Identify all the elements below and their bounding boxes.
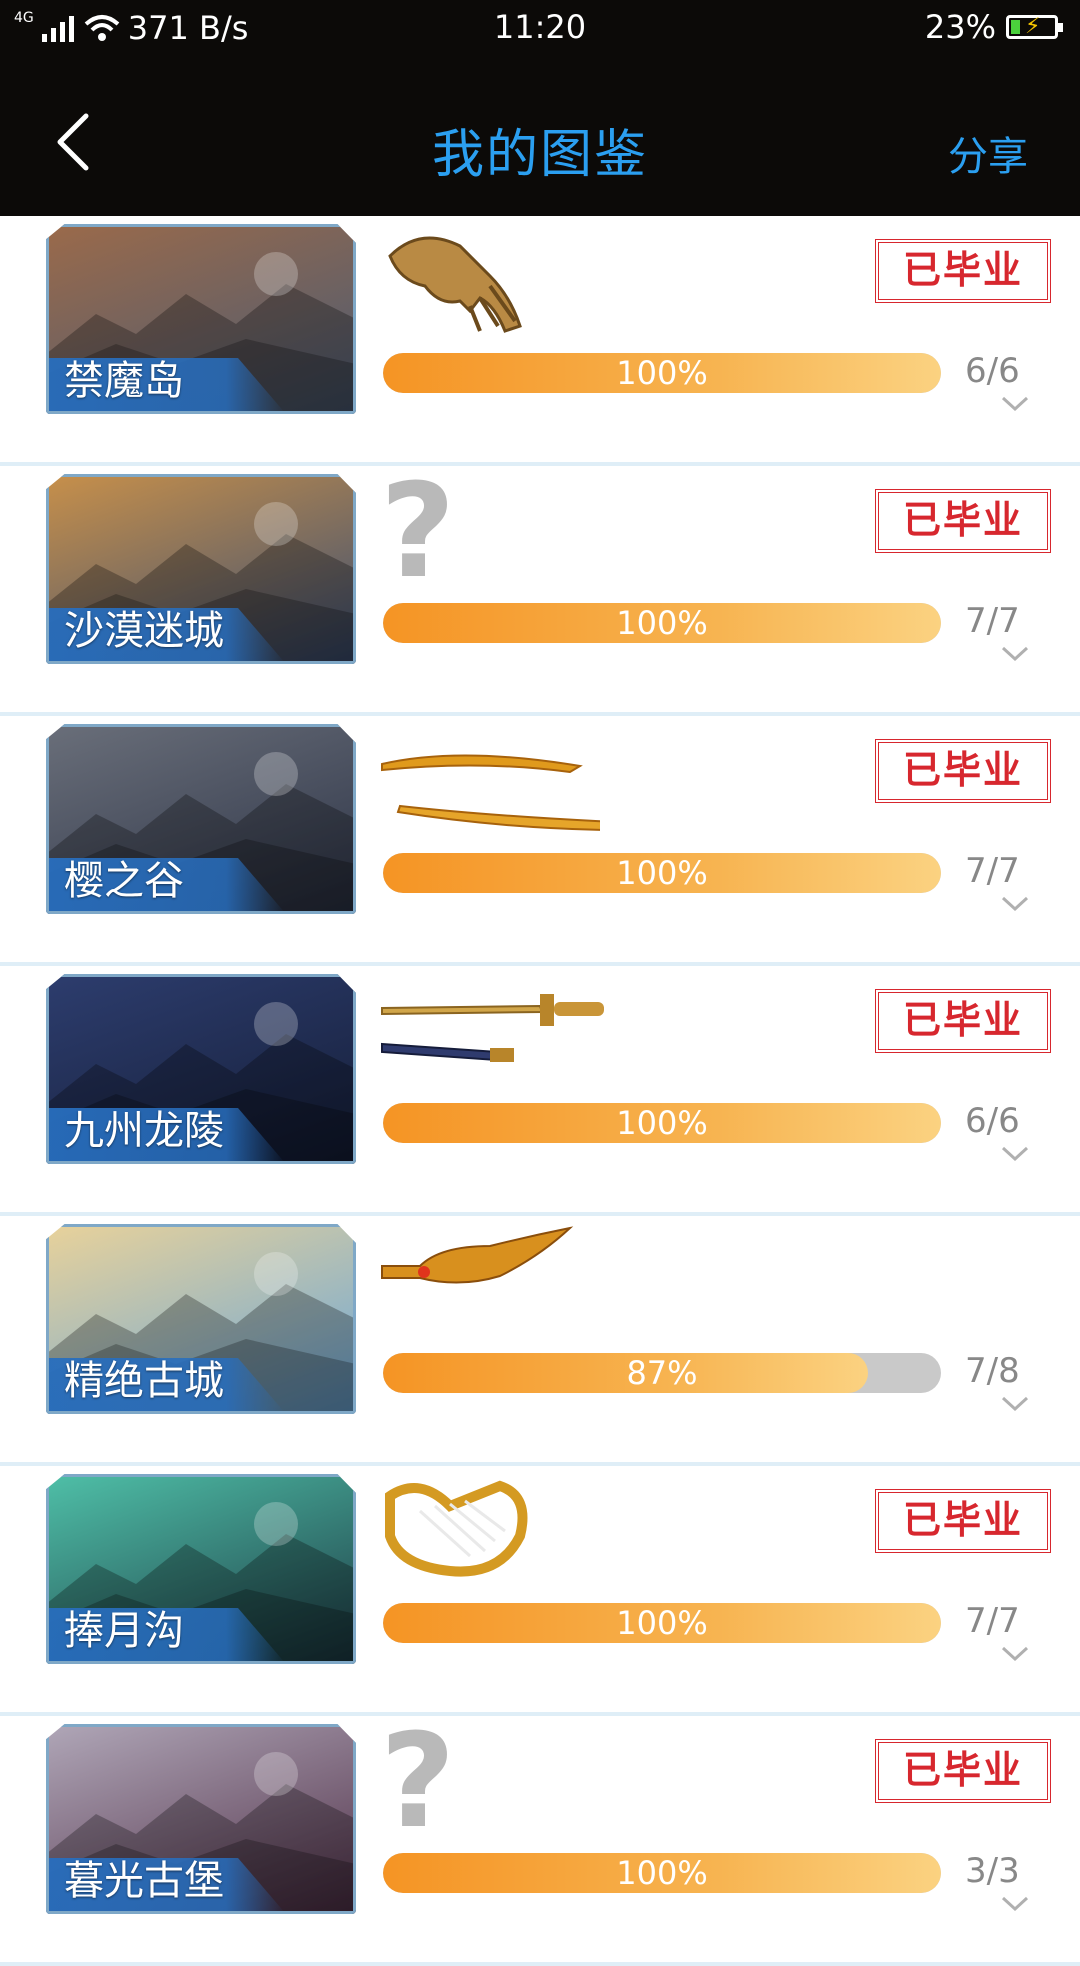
graduated-stamp: 已毕业: [875, 1739, 1051, 1803]
winged-blade-icon: [381, 1226, 574, 1284]
progress-label: 100%: [616, 1104, 708, 1142]
list-item[interactable]: 禁魔岛 已毕业 100% 6/6: [0, 216, 1080, 466]
progress-bar: 100%: [383, 1853, 941, 1893]
map-thumbnail[interactable]: 精绝古城: [46, 1224, 356, 1414]
clock: 11:20: [493, 8, 587, 46]
battery-icon: ⚡: [1006, 14, 1063, 39]
charging-icon: ⚡: [1025, 14, 1041, 39]
battery-level: [1011, 20, 1020, 34]
progress-bar: 100%: [383, 603, 941, 643]
progress-label: 100%: [616, 1854, 708, 1892]
graduated-stamp: 已毕业: [875, 989, 1051, 1053]
status-bar: 4G 371 B/s 11:20 23% ⚡: [0, 0, 1080, 54]
list-item[interactable]: 樱之谷 已毕业 100% 7/7: [0, 716, 1080, 966]
item-image: [380, 1476, 600, 1586]
gauntlet-icon: [388, 236, 522, 333]
chevron-down-icon[interactable]: [1000, 644, 1030, 664]
graduated-stamp: 已毕业: [875, 739, 1051, 803]
item-image: [380, 226, 600, 336]
graduated-stamp: 已毕业: [875, 489, 1051, 553]
list-item[interactable]: 暮光古堡 ? 已毕业 100% 3/3: [0, 1716, 1080, 1966]
dual-blades-icon: [381, 754, 618, 832]
progress-bar: 87%: [383, 1353, 941, 1393]
map-thumbnail[interactable]: 捧月沟: [46, 1474, 356, 1664]
chevron-down-icon[interactable]: [1000, 1894, 1030, 1914]
question-mark-icon: ?: [380, 1705, 456, 1857]
list-item[interactable]: 沙漠迷城 ? 已毕业 100% 7/7: [0, 466, 1080, 716]
graduated-stamp: 已毕业: [875, 1489, 1051, 1553]
chevron-down-icon[interactable]: [1000, 1144, 1030, 1164]
collected-count: 3/3: [965, 1851, 1020, 1891]
share-button[interactable]: 分享: [948, 124, 1028, 182]
progress-label: 87%: [626, 1354, 698, 1392]
harp-icon: [385, 1480, 528, 1577]
chevron-down-icon[interactable]: [1000, 1644, 1030, 1664]
progress-bar: 100%: [383, 1103, 941, 1143]
item-image: [380, 726, 618, 836]
list-item[interactable]: 精绝古城 87% 7/8: [0, 1216, 1080, 1466]
map-name: 九州龙陵: [64, 1108, 224, 1154]
map-thumbnail[interactable]: 沙漠迷城: [46, 474, 356, 664]
collected-count: 6/6: [965, 1101, 1020, 1141]
map-thumbnail[interactable]: 樱之谷: [46, 724, 356, 914]
map-name: 禁魔岛: [64, 358, 184, 404]
question-mark-icon: ?: [380, 455, 456, 607]
collected-count: 7/7: [965, 851, 1020, 891]
map-thumbnail[interactable]: 九州龙陵: [46, 974, 356, 1164]
battery-percent: 23%: [924, 8, 996, 46]
progress-label: 100%: [616, 1604, 708, 1642]
status-right: 23% ⚡: [924, 8, 1063, 46]
collected-count: 6/6: [965, 351, 1020, 391]
chevron-down-icon[interactable]: [1000, 394, 1030, 414]
page-title: 我的图鉴: [431, 125, 648, 185]
map-thumbnail[interactable]: 暮光古堡: [46, 1724, 356, 1914]
map-thumbnail[interactable]: 禁魔岛: [46, 224, 356, 414]
chevron-down-icon[interactable]: [1000, 894, 1030, 914]
list-item[interactable]: 捧月沟 已毕业 100% 7/7: [0, 1466, 1080, 1716]
graduated-stamp: 已毕业: [875, 239, 1051, 303]
sword-icon: [381, 994, 604, 1062]
progress-bar: 100%: [383, 853, 941, 893]
map-name: 沙漠迷城: [64, 608, 224, 654]
map-name: 暮光古堡: [64, 1858, 224, 1904]
map-name: 樱之谷: [64, 858, 184, 904]
map-name: 精绝古城: [64, 1358, 224, 1404]
app-header: 我的图鉴 分享: [0, 54, 1080, 216]
collected-count: 7/7: [965, 1601, 1020, 1641]
map-name: 捧月沟: [64, 1608, 184, 1654]
progress-label: 100%: [616, 854, 708, 892]
progress-label: 100%: [616, 604, 708, 642]
progress-bar: 100%: [383, 1603, 941, 1643]
item-image: [380, 976, 604, 1086]
item-image: [380, 1226, 600, 1336]
list-item[interactable]: 九州龙陵 已毕业 100% 6/6: [0, 966, 1080, 1216]
collected-count: 7/8: [965, 1351, 1020, 1391]
collected-count: 7/7: [965, 601, 1020, 641]
progress-label: 100%: [616, 354, 708, 392]
chevron-down-icon[interactable]: [1000, 1394, 1030, 1414]
progress-bar: 100%: [383, 353, 941, 393]
